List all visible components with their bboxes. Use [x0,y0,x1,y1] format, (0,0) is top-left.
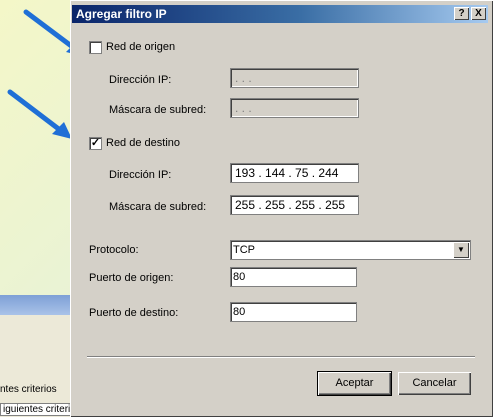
source-mask-field[interactable]: . . . [230,98,359,118]
dialog-titlebar: Agregar filtro IP ? X [72,5,488,23]
separator [87,356,475,358]
dest-ip-field[interactable]: 193 . 144 . 75 . 244 [230,163,359,183]
dest-network-label: Red de destino [106,137,180,149]
source-ip-label: Dirección IP: [109,74,172,86]
dest-ip-label: Dirección IP: [109,169,172,181]
dest-port-label: Puerto de destino: [89,307,179,319]
dialog-title: Agregar filtro IP [76,7,167,21]
chevron-down-icon[interactable]: ▼ [453,242,469,258]
background-text-1: ntes criterios [0,384,57,395]
source-mask-label: Máscara de subred: [109,104,207,116]
protocol-value: TCP [233,244,255,256]
dest-mask-field[interactable]: 255 . 255 . 255 . 255 [230,195,359,215]
source-ip-field[interactable]: . . . [230,68,359,88]
source-port-label: Puerto de origen: [89,272,174,284]
ok-button[interactable]: Aceptar [317,371,392,396]
dest-port-input[interactable]: 80 [230,302,357,322]
dest-network-checkbox[interactable]: ✓ [89,137,102,150]
source-network-checkbox[interactable] [89,41,102,54]
protocol-select[interactable]: TCP ▼ [230,240,471,260]
source-port-input[interactable]: 80 [230,267,357,287]
source-network-label: Red de origen [106,41,176,53]
cancel-button[interactable]: Cancelar [398,372,471,395]
protocol-label: Protocolo: [89,244,139,256]
help-button[interactable]: ? [454,7,469,20]
close-button[interactable]: X [471,7,486,20]
dest-mask-label: Máscara de subred: [109,201,207,213]
arrow-icon [7,89,72,139]
